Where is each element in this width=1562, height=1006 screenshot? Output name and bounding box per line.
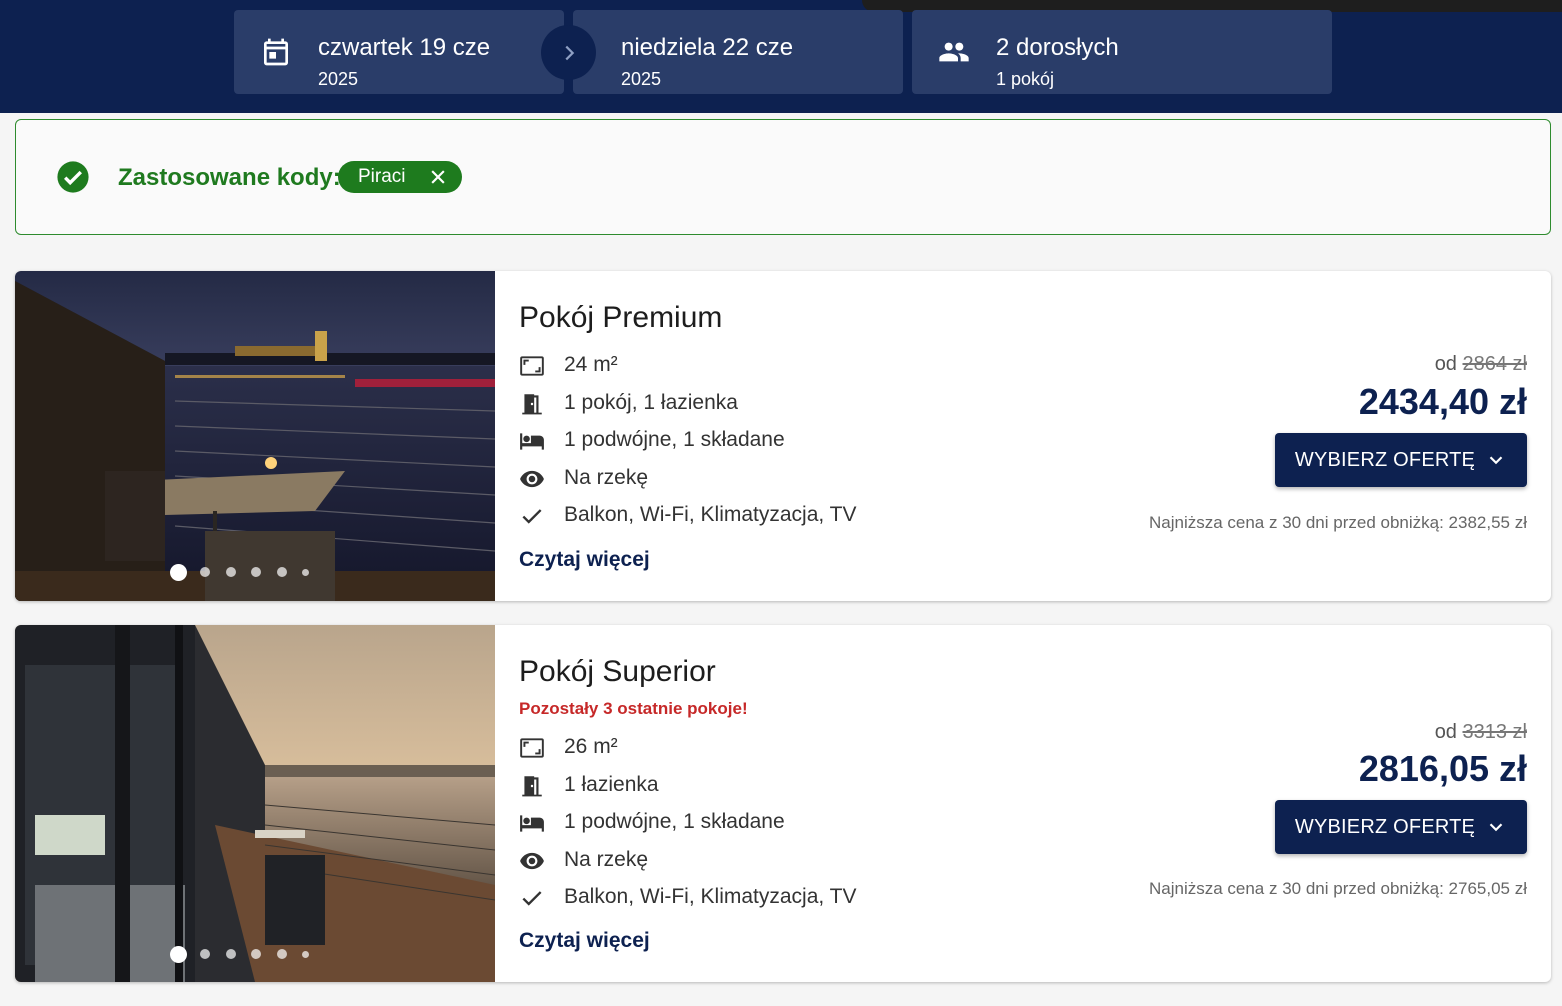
room-feature-text: 1 podwójne, 1 składane <box>564 428 785 451</box>
carousel-dot[interactable] <box>251 567 261 577</box>
carousel-dot[interactable] <box>251 949 261 959</box>
chevron-down-icon <box>1489 823 1503 832</box>
room-photo <box>15 271 495 601</box>
price-prefix: od <box>1434 721 1457 743</box>
room-feature-text: 1 łazienka <box>564 773 659 796</box>
room-feature-text: Na rzekę <box>564 848 649 871</box>
guests-picker[interactable]: 2 dorosłych 1 pokój <box>912 10 1332 94</box>
calendar-icon <box>264 38 288 66</box>
price-from: od 2864 zł <box>1435 353 1527 376</box>
promo-code-text: Piraci <box>358 166 406 187</box>
room-photo-carousel[interactable] <box>15 271 495 601</box>
door-icon <box>519 773 545 799</box>
guests-adults: 2 dorosłych <box>996 34 1119 61</box>
select-offer-button[interactable]: WYBIERZ OFERTĘ <box>1275 800 1527 854</box>
room-feature-text: 26 m² <box>564 735 618 758</box>
room-feature: Na rzekę <box>519 464 1119 494</box>
room-photo <box>15 625 495 982</box>
room-feature-text: Balkon, Wi-Fi, Klimatyzacja, TV <box>564 503 857 526</box>
carousel-dot[interactable] <box>276 949 287 959</box>
room-title: Pokój Superior <box>519 655 716 688</box>
bed-icon <box>519 810 545 836</box>
price-old: 3313 zł <box>1462 721 1528 743</box>
room-feature-text: Balkon, Wi-Fi, Klimatyzacja, TV <box>564 885 857 908</box>
remove-code-icon[interactable] <box>428 167 448 187</box>
date-range-arrow <box>541 25 596 80</box>
room-feature: Balkon, Wi-Fi, Klimatyzacja, TV <box>519 501 1119 531</box>
room-feature: 26 m² <box>519 733 1119 763</box>
room-card: Pokój Premium 24 m² 1 pokój, 1 łazienka 1 … <box>15 271 1551 601</box>
check-icon <box>519 503 545 529</box>
check-icon <box>519 885 545 911</box>
people-icon <box>939 42 969 62</box>
room-feature: 24 m² <box>519 351 1119 381</box>
applied-codes-panel: Zastosowane kody: Piraci <box>15 119 1551 235</box>
checkin-date-picker[interactable]: czwartek 19 cze 2025 <box>234 10 564 94</box>
room-feature: 1 podwójne, 1 składane <box>519 426 1119 456</box>
chevron-down-icon <box>1489 456 1503 465</box>
select-offer-label: WYBIERZ OFERTĘ <box>1294 815 1476 838</box>
carousel-dot[interactable] <box>302 568 309 576</box>
carousel-dot[interactable] <box>225 949 236 959</box>
area-icon <box>519 735 545 761</box>
carousel-dot[interactable] <box>200 949 210 959</box>
price-old: 2864 zł <box>1462 353 1528 375</box>
price-from: od 3313 zł <box>1435 721 1527 744</box>
read-more-link[interactable]: Czytaj więcej <box>519 929 650 953</box>
carousel-dot[interactable] <box>302 950 309 958</box>
select-offer-button[interactable]: WYBIERZ OFERTĘ <box>1275 433 1527 487</box>
room-feature: 1 łazienka <box>519 771 1119 801</box>
search-header: czwartek 19 cze 2025 niedziela 22 cze 20… <box>0 0 1562 113</box>
room-feature-text: 1 pokój, 1 łazienka <box>564 391 738 414</box>
checkout-date-picker[interactable]: niedziela 22 cze 2025 <box>573 10 903 94</box>
room-feature: 1 podwójne, 1 składane <box>519 808 1119 838</box>
chevron-right-icon <box>564 45 574 60</box>
lowest-price-note: Najniższa cena z 30 dni przed obniżką: 2… <box>1148 879 1527 898</box>
select-offer-label: WYBIERZ OFERTĘ <box>1294 448 1476 471</box>
room-photo-carousel[interactable] <box>15 625 495 982</box>
room-title: Pokój Premium <box>519 301 723 334</box>
carousel-dots <box>170 563 325 581</box>
room-feature: Balkon, Wi-Fi, Klimatyzacja, TV <box>519 883 1119 913</box>
guests-rooms: 1 pokój <box>996 69 1055 89</box>
checkout-year: 2025 <box>621 69 662 89</box>
eye-icon <box>519 848 545 874</box>
carousel-dots <box>170 945 325 963</box>
room-feature: Na rzekę <box>519 846 1119 876</box>
price-current: 2816,05 zł <box>1358 748 1527 789</box>
room-feature-text: Na rzekę <box>564 466 649 489</box>
availability-alert: Pozostały 3 ostatnie pokoje! <box>519 699 748 718</box>
lowest-price-note: Najniższa cena z 30 dni przed obniżką: 2… <box>1148 513 1527 532</box>
carousel-dot[interactable] <box>276 567 287 577</box>
checkin-day: czwartek 19 cze <box>318 34 491 61</box>
carousel-dot[interactable] <box>170 563 187 581</box>
carousel-dot[interactable] <box>170 945 187 963</box>
check-circle-icon <box>57 161 89 193</box>
room-feature: 1 pokój, 1 łazienka <box>519 389 1119 419</box>
eye-icon <box>519 466 545 492</box>
room-card: Pokój Superior Pozostały 3 ostatnie poko… <box>15 625 1551 982</box>
door-icon <box>519 391 545 417</box>
room-feature-text: 1 podwójne, 1 składane <box>564 810 785 833</box>
area-icon <box>519 353 545 379</box>
promo-code-chip: Piraci <box>338 161 462 193</box>
price-prefix: od <box>1434 353 1457 375</box>
applied-codes-label: Zastosowane kody: <box>118 164 341 191</box>
carousel-dot[interactable] <box>200 567 210 577</box>
carousel-dot[interactable] <box>225 567 236 577</box>
checkin-year: 2025 <box>318 69 359 89</box>
read-more-link[interactable]: Czytaj więcej <box>519 548 650 572</box>
price-current: 2434,40 zł <box>1358 381 1527 422</box>
bed-icon <box>519 428 545 454</box>
room-feature-text: 24 m² <box>564 353 618 376</box>
checkout-day: niedziela 22 cze <box>621 34 794 61</box>
